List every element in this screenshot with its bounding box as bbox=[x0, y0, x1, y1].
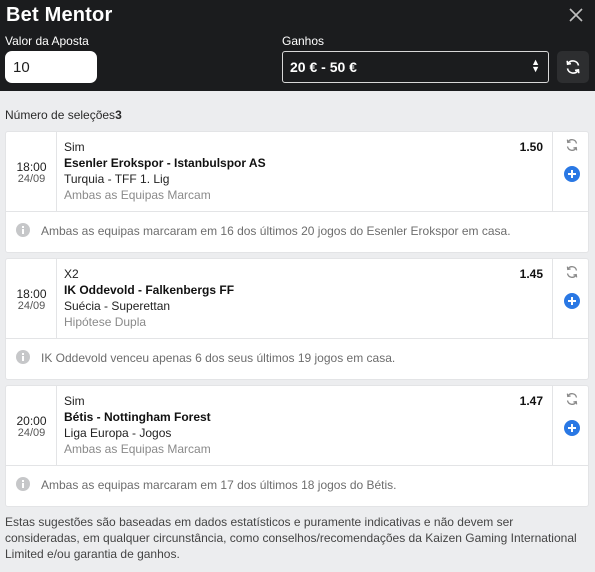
info-icon bbox=[16, 223, 30, 237]
pick-time: 18:00 bbox=[16, 160, 47, 174]
pick-odds: 1.45 bbox=[519, 267, 543, 281]
app-title: Bet Mentor bbox=[6, 4, 113, 26]
refresh-icon bbox=[566, 60, 580, 74]
pick-market: Sim bbox=[64, 394, 85, 408]
pick-market: X2 bbox=[64, 267, 79, 281]
pick-league: Suécia - Superettan bbox=[64, 299, 171, 313]
pick-date: 24/09 bbox=[17, 300, 46, 312]
pick-time-column: 18:00 24/09 bbox=[6, 132, 57, 211]
add-pick-button[interactable] bbox=[564, 293, 580, 309]
selection-count: Número de seleções3 bbox=[5, 108, 122, 122]
header-bar: Bet Mentor Valor da Aposta Ganhos 20 € -… bbox=[0, 0, 595, 91]
info-icon bbox=[16, 350, 30, 364]
winnings-range-select[interactable]: 20 € - 50 € ▲ ▼ bbox=[282, 51, 549, 83]
swap-icon[interactable] bbox=[565, 265, 579, 279]
pick-time: 20:00 bbox=[16, 414, 47, 428]
pick-card: 20:00 24/09 Sim Bétis - Nottingham Fores… bbox=[5, 385, 589, 507]
pick-info-text: IK Oddevold venceu apenas 6 dos seus últ… bbox=[41, 351, 396, 365]
pick-card: 18:00 24/09 Sim Esenler Erokspor - Istan… bbox=[5, 131, 589, 253]
refresh-button[interactable] bbox=[557, 51, 589, 83]
pick-match: IK Oddevold - Falkenbergs FF bbox=[64, 283, 235, 297]
pick-bet-type: Ambas as Equipas Marcam bbox=[64, 188, 211, 202]
swap-icon[interactable] bbox=[565, 392, 579, 406]
close-icon[interactable] bbox=[566, 5, 586, 25]
pick-market: Sim bbox=[64, 140, 85, 154]
winnings-label: Ganhos bbox=[282, 34, 325, 48]
pick-actions bbox=[552, 386, 589, 465]
pick-bet-type: Hipótese Dupla bbox=[64, 315, 147, 329]
pick-league: Liga Europa - Jogos bbox=[64, 426, 172, 440]
pick-league: Turquia - TFF 1. Lig bbox=[64, 172, 170, 186]
pick-actions bbox=[552, 259, 589, 338]
pick-time-column: 20:00 24/09 bbox=[6, 386, 57, 465]
close-button[interactable] bbox=[566, 5, 586, 25]
pick-time-column: 18:00 24/09 bbox=[6, 259, 57, 338]
pick-match: Bétis - Nottingham Forest bbox=[64, 410, 211, 424]
pick-match: Esenler Erokspor - Istanbulspor AS bbox=[64, 156, 266, 170]
stake-input[interactable] bbox=[5, 51, 97, 83]
info-icon bbox=[16, 477, 30, 491]
card-divider bbox=[6, 465, 588, 466]
pick-bet-type: Ambas as Equipas Marcam bbox=[64, 442, 211, 456]
add-pick-button[interactable] bbox=[564, 166, 580, 182]
card-divider bbox=[6, 338, 588, 339]
selection-count-label: Número de seleções bbox=[5, 108, 116, 122]
pick-odds: 1.50 bbox=[519, 140, 543, 154]
pick-date: 24/09 bbox=[17, 173, 46, 185]
select-arrows-icon: ▲ ▼ bbox=[531, 57, 540, 74]
winnings-range-value: 20 € - 50 € bbox=[290, 59, 357, 75]
disclaimer-text: Estas sugestões são baseadas em dados es… bbox=[5, 515, 577, 561]
pick-card: 18:00 24/09 X2 IK Oddevold - Falkenbergs… bbox=[5, 258, 589, 380]
card-divider bbox=[6, 211, 588, 212]
swap-icon[interactable] bbox=[565, 138, 579, 152]
pick-actions bbox=[552, 132, 589, 211]
pick-time: 18:00 bbox=[16, 287, 47, 301]
pick-info-text: Ambas as equipas marcaram em 17 dos últi… bbox=[41, 478, 397, 492]
pick-date: 24/09 bbox=[17, 427, 46, 439]
pick-odds: 1.47 bbox=[519, 394, 543, 408]
stake-label: Valor da Aposta bbox=[5, 34, 89, 48]
pick-info-text: Ambas as equipas marcaram em 16 dos últi… bbox=[41, 224, 511, 238]
add-pick-button[interactable] bbox=[564, 420, 580, 436]
selection-count-value: 3 bbox=[115, 108, 122, 122]
